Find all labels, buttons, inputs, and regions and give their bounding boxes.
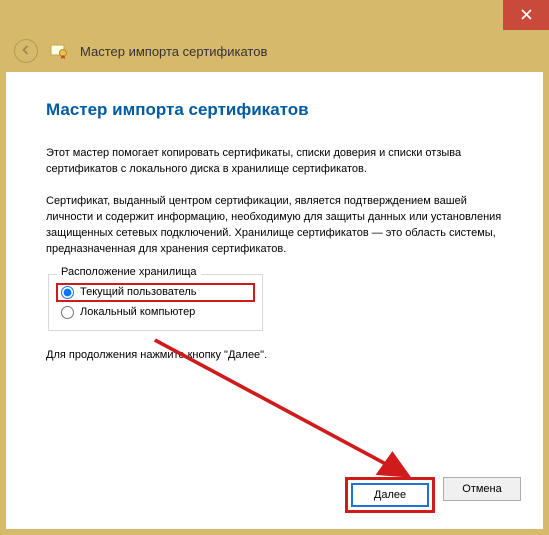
next-button[interactable]: Далее — [351, 483, 429, 507]
annotation-highlight-next: Далее — [345, 477, 435, 513]
button-row: Далее Отмена — [345, 477, 521, 513]
annotation-highlight-current-user: Текущий пользователь — [56, 283, 255, 302]
close-icon — [521, 7, 532, 23]
close-button[interactable] — [503, 0, 549, 30]
wizard-page: Мастер импорта сертификатов Этот мастер … — [6, 72, 543, 529]
arrow-left-icon — [20, 43, 32, 59]
certificate-icon — [50, 42, 68, 60]
wizard-header: Мастер импорта сертификатов — [0, 30, 549, 72]
back-button[interactable] — [14, 39, 38, 63]
description-text: Сертификат, выданный центром сертификаци… — [46, 194, 503, 258]
radio-local-machine[interactable]: Локальный компьютер — [61, 305, 250, 320]
window-title: Мастер импорта сертификатов — [80, 44, 267, 59]
cancel-button-label: Отмена — [462, 483, 501, 495]
continue-hint: Для продолжения нажмите кнопку "Далее". — [46, 349, 503, 361]
page-title: Мастер импорта сертификатов — [46, 100, 503, 120]
cancel-button[interactable]: Отмена — [443, 477, 521, 501]
titlebar — [0, 0, 549, 30]
radio-current-user-label: Текущий пользователь — [80, 286, 196, 298]
radio-local-machine-label: Локальный компьютер — [80, 306, 195, 318]
store-location-legend: Расположение хранилища — [57, 266, 201, 278]
radio-current-user-input[interactable] — [61, 286, 74, 299]
radio-local-machine-input[interactable] — [61, 306, 74, 319]
content-frame: Мастер импорта сертификатов Этот мастер … — [0, 72, 549, 535]
next-button-label: Далее — [374, 489, 406, 501]
intro-text: Этот мастер помогает копировать сертифик… — [46, 146, 503, 178]
store-location-group: Расположение хранилища Текущий пользоват… — [48, 274, 263, 331]
radio-current-user[interactable]: Текущий пользователь — [61, 285, 250, 300]
